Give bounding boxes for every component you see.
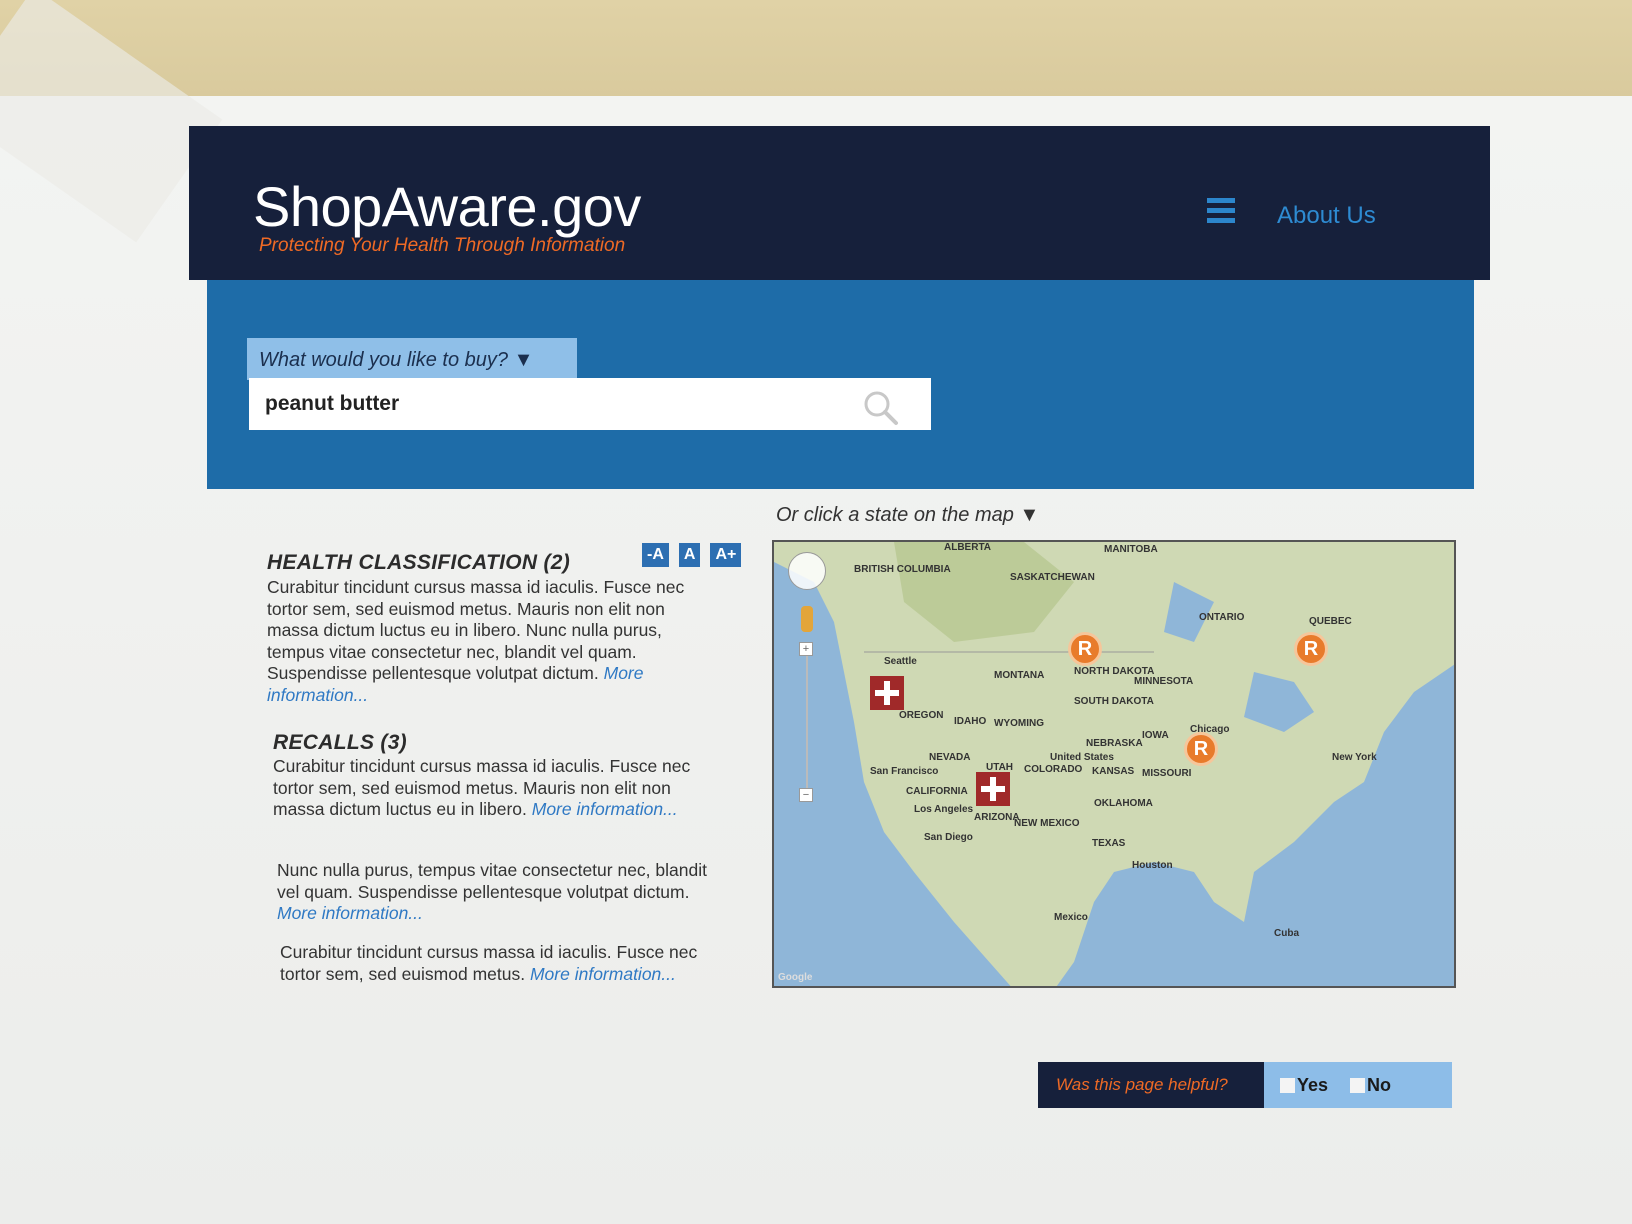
yes-checkbox[interactable]	[1280, 1078, 1295, 1093]
recall-item-2: Nunc nulla purus, tempus vitae consectet…	[277, 860, 707, 923]
search-input[interactable]: peanut butter	[249, 378, 931, 430]
health-marker[interactable]	[870, 676, 904, 710]
health-classification-title: HEALTH CLASSIFICATION (2)	[267, 551, 571, 574]
zoom-in-button[interactable]: +	[799, 642, 813, 656]
text-size-normal-button[interactable]: A	[678, 543, 701, 567]
zoom-slider[interactable]	[806, 642, 808, 792]
text-size-decrease-button[interactable]: -A	[642, 543, 669, 567]
site-header: ShopAware.gov Protecting Your Health Thr…	[189, 126, 1490, 280]
map-pan-control[interactable]	[788, 552, 826, 590]
retailer-marker[interactable]: R	[1184, 732, 1218, 766]
feedback-bar: Was this page helpful? Yes No	[1038, 1062, 1452, 1108]
state-map[interactable]: + − R R R ALBERTA MANITOBA BRITISH COLUM…	[772, 540, 1456, 988]
about-us-link[interactable]: About Us	[1277, 202, 1376, 230]
recall-item-3: Curabitur tincidunt cursus massa id iacu…	[280, 942, 698, 984]
feedback-no-option[interactable]: No	[1350, 1075, 1391, 1096]
site-tagline: Protecting Your Health Through Informati…	[259, 235, 626, 256]
buy-dropdown[interactable]: What would you like to buy? ▼	[247, 338, 577, 380]
feedback-yes-option[interactable]: Yes	[1280, 1075, 1328, 1096]
search-value: peanut butter	[265, 392, 400, 415]
recall-1-more-link[interactable]: More information...	[532, 799, 678, 819]
recalls-title: RECALLS (3)	[273, 731, 407, 754]
map-prompt-dropdown[interactable]: Or click a state on the map ▼	[776, 504, 1039, 527]
street-view-pegman-icon[interactable]	[801, 606, 813, 632]
recall-item-1: Curabitur tincidunt cursus massa id iacu…	[273, 756, 691, 819]
health-marker[interactable]	[976, 772, 1010, 806]
search-icon[interactable]	[861, 388, 901, 428]
map-land	[774, 542, 1454, 986]
retailer-marker[interactable]: R	[1068, 632, 1102, 666]
text-size-increase-button[interactable]: A+	[710, 543, 742, 567]
zoom-out-button[interactable]: −	[799, 788, 813, 802]
recall-2-more-link[interactable]: More information...	[277, 903, 423, 923]
feedback-question: Was this page helpful?	[1038, 1062, 1264, 1108]
hamburger-menu-icon[interactable]	[1207, 198, 1235, 224]
retailer-marker[interactable]: R	[1294, 632, 1328, 666]
site-logo[interactable]: ShopAware.gov	[253, 174, 641, 239]
health-classification-text: Curabitur tincidunt cursus massa id iacu…	[267, 577, 717, 706]
recall-3-more-link[interactable]: More information...	[530, 964, 676, 984]
no-checkbox[interactable]	[1350, 1078, 1365, 1093]
text-size-controls: -A A A+	[642, 543, 751, 567]
search-band: What would you like to buy? ▼ peanut but…	[207, 280, 1474, 489]
background-wall	[0, 0, 1632, 110]
